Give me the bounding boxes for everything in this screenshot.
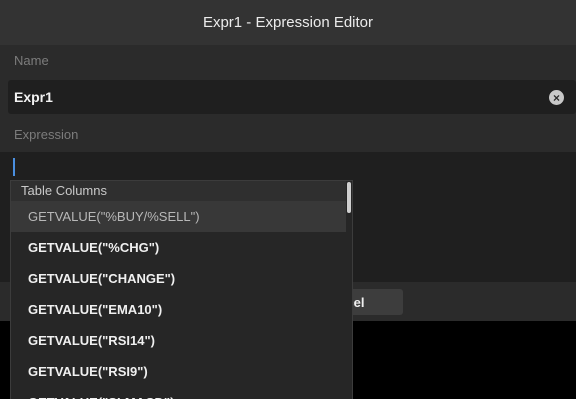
dropdown-item[interactable]: GETVALUE("RSI9") xyxy=(11,356,346,387)
name-value: Expr1 xyxy=(14,89,53,105)
autocomplete-dropdown[interactable]: Table Columns GETVALUE("%BUY/%SELL") GET… xyxy=(10,180,353,399)
name-field[interactable]: Expr1 × xyxy=(8,80,576,114)
text-caret xyxy=(13,158,15,176)
dropdown-item[interactable]: GETVALUE("EMA10") xyxy=(11,294,346,325)
dropdown-item[interactable]: GETVALUE("%BUY/%SELL") xyxy=(11,201,346,232)
scrollbar-thumb[interactable] xyxy=(347,182,351,213)
expression-label: Expression xyxy=(14,127,79,142)
window-title: Expr1 - Expression Editor xyxy=(0,0,576,45)
dropdown-item[interactable]: GETVALUE("SLMACD") xyxy=(11,387,346,399)
dropdown-item[interactable]: GETVALUE("CHANGE") xyxy=(11,263,346,294)
dropdown-scrollbar[interactable] xyxy=(346,181,352,399)
dropdown-list: GETVALUE("%BUY/%SELL") GETVALUE("%CHG") … xyxy=(11,201,346,399)
dropdown-item[interactable]: GETVALUE("RSI14") xyxy=(11,325,346,356)
name-label: Name xyxy=(14,53,49,68)
dropdown-item[interactable]: GETVALUE("%CHG") xyxy=(11,232,346,263)
clear-icon[interactable]: × xyxy=(549,90,564,105)
dropdown-group-header: Table Columns xyxy=(11,181,346,201)
